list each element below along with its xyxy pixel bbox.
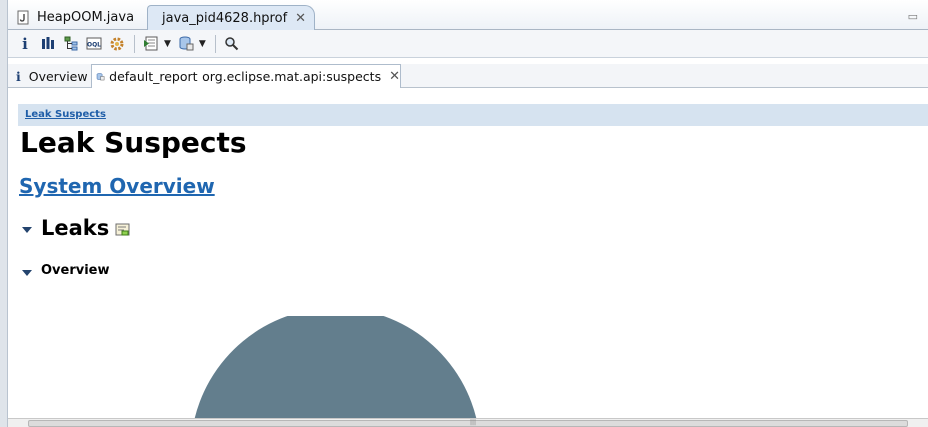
editor-tab-bar: HeapOOM.java java_pid4628.hprof ✕ ▭ — [8, 0, 928, 30]
report-tab-bar: i Overview default_report org.eclipse.ma… — [8, 64, 928, 88]
left-panel-edge — [0, 0, 8, 427]
page-title: Leak Suspects — [20, 126, 247, 159]
expand-triangle-icon[interactable] — [22, 227, 32, 233]
dominator-tree-icon[interactable] — [60, 34, 82, 54]
horizontal-scrollbar[interactable]: ||| — [8, 418, 928, 427]
run-report-icon[interactable] — [140, 34, 162, 54]
tab-label: HeapOOM.java — [37, 10, 135, 25]
close-icon[interactable]: ✕ — [389, 69, 400, 84]
histogram-icon[interactable] — [37, 34, 59, 54]
leaks-section-header[interactable]: Leaks — [22, 216, 131, 240]
scrollbar-grip: ||| — [470, 419, 477, 426]
tab-heap-dump[interactable]: java_pid4628.hprof ✕ — [147, 5, 315, 30]
tab-report-id: org.eclipse.mat.api:suspects — [202, 69, 382, 84]
info-icon: i — [16, 68, 21, 84]
report-db-icon — [96, 72, 105, 80]
tab-report-name: default_report — [109, 69, 198, 84]
oql-label: OQL — [87, 42, 101, 49]
query-browser-icon[interactable] — [175, 34, 197, 54]
toolbar-separator — [214, 34, 216, 53]
pie-chart — [193, 316, 478, 418]
tab-label: java_pid4628.hprof — [162, 10, 288, 26]
expand-triangle-icon[interactable] — [22, 269, 32, 276]
scrollbar-thumb[interactable] — [28, 420, 908, 427]
tab-overview[interactable]: i Overview — [8, 64, 92, 88]
maximize-icon[interactable]: ▭ — [908, 10, 918, 23]
system-overview-link[interactable]: System Overview — [19, 174, 215, 198]
tab-default-report[interactable]: default_report org.eclipse.mat.api:suspe… — [91, 64, 401, 88]
open-details-icon[interactable] — [115, 223, 131, 237]
toolbar-separator — [134, 34, 135, 53]
overview-heading: Overview — [41, 263, 110, 278]
overview-section-header[interactable]: Overview — [22, 263, 110, 278]
chevron-down-icon[interactable]: ▼ — [164, 39, 171, 49]
close-icon[interactable]: ✕ — [295, 11, 306, 26]
thread-overview-icon[interactable] — [106, 34, 128, 54]
report-content: Leak Suspects Leak Suspects System Overv… — [8, 88, 928, 418]
breadcrumb-link[interactable]: Leak Suspects — [25, 109, 106, 120]
info-icon[interactable]: i — [14, 34, 36, 54]
java-file-icon — [17, 10, 29, 25]
search-icon[interactable] — [221, 34, 243, 54]
breadcrumb: Leak Suspects — [18, 104, 928, 126]
leaks-heading: Leaks — [41, 216, 110, 240]
pie-slice[interactable] — [193, 316, 478, 418]
oql-icon[interactable]: OQL — [83, 34, 105, 54]
tab-heapoom-java[interactable]: HeapOOM.java — [8, 5, 148, 30]
heap-toolbar: i OQL ▼ ▼ — [8, 30, 928, 58]
chevron-down-icon[interactable]: ▼ — [199, 39, 206, 49]
tab-label: Overview — [28, 68, 88, 84]
